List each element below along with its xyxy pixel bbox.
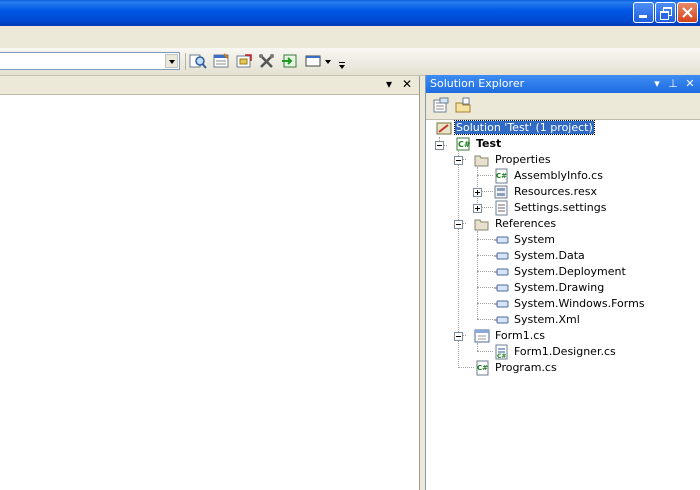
menu-bar xyxy=(0,26,700,48)
find-in-files-icon[interactable] xyxy=(189,53,207,69)
pane-close-icon[interactable]: ✕ xyxy=(402,77,412,91)
csharp-designer-file-icon: C# xyxy=(495,344,508,360)
tree-node-label: System xyxy=(514,233,556,246)
panel-close-icon[interactable]: ✕ xyxy=(683,76,697,91)
expander-collapse-icon[interactable] xyxy=(435,141,444,150)
folder-open-icon xyxy=(474,155,489,167)
solution-icon xyxy=(436,122,452,135)
tree-node-label: System.Deployment xyxy=(514,265,626,278)
toolbox-icon[interactable] xyxy=(258,53,276,69)
minimize-button[interactable] xyxy=(633,2,654,23)
reference-icon xyxy=(494,236,509,244)
csharp-project-icon: C# xyxy=(456,137,471,151)
close-window-button[interactable] xyxy=(677,2,698,23)
tree-node-label: Program.cs xyxy=(495,361,557,374)
tree-node-label: Solution 'Test' (1 project) xyxy=(454,120,595,135)
expander-collapse-icon[interactable] xyxy=(454,332,463,341)
svg-text:C#: C# xyxy=(477,364,488,372)
resource-file-icon xyxy=(494,185,508,199)
csharp-file-icon: C# xyxy=(476,360,489,376)
other-windows-dropdown-icon[interactable] xyxy=(325,60,331,64)
properties-icon[interactable] xyxy=(432,97,450,115)
tree-node-label: Form1.cs xyxy=(495,329,545,342)
tree-node-label: AssemblyInfo.cs xyxy=(514,169,603,182)
svg-text:C#: C# xyxy=(458,140,471,149)
reference-icon xyxy=(494,284,509,292)
minimize-icon xyxy=(639,15,647,18)
tree-node-label: System.Data xyxy=(514,249,585,262)
tree-node-label: System.Drawing xyxy=(514,281,605,294)
window-title-bar xyxy=(0,0,700,26)
auto-hide-pin-icon[interactable]: ⊥ xyxy=(666,76,680,91)
tree-node-label: System.Xml xyxy=(514,313,580,326)
reference-icon xyxy=(494,316,509,324)
start-page-icon[interactable] xyxy=(281,53,299,69)
reference-icon xyxy=(494,300,509,308)
toolbar xyxy=(0,48,700,76)
config-combo[interactable] xyxy=(0,52,180,70)
expander-collapse-icon[interactable] xyxy=(454,156,463,165)
window-position-dropdown-icon[interactable]: ▾ xyxy=(650,76,664,91)
pane-dropdown-icon[interactable]: ▾ xyxy=(386,77,392,91)
svg-text:C#: C# xyxy=(497,353,506,360)
solution-explorer-toolbar xyxy=(426,93,700,120)
svg-text:C#: C# xyxy=(496,172,507,180)
tree-node-label: Resources.resx xyxy=(514,185,597,198)
show-all-files-icon[interactable] xyxy=(455,97,473,115)
tree-node-label: Form1.Designer.cs xyxy=(514,345,616,358)
form-icon xyxy=(474,329,490,343)
solution-explorer-title-bar: Solution Explorer ▾ ⊥ ✕ xyxy=(426,75,700,93)
tree-node-label: Test xyxy=(476,137,502,150)
reference-icon xyxy=(494,252,509,260)
tree-node-label: System.Windows.Forms xyxy=(514,297,645,310)
tree-node-label: References xyxy=(495,217,557,230)
other-windows-icon[interactable] xyxy=(304,53,322,69)
close-icon xyxy=(682,7,693,18)
solution-explorer-title: Solution Explorer xyxy=(430,77,525,90)
document-pane[interactable]: ▾ ✕ xyxy=(0,76,420,490)
reference-icon xyxy=(494,268,509,276)
folder-open-icon xyxy=(474,219,489,231)
combo-dropdown-arrow-icon[interactable] xyxy=(165,54,178,68)
toolbar-separator xyxy=(185,53,186,70)
solution-explorer-panel: Solution Explorer ▾ ⊥ ✕ Solution 'Test' … xyxy=(425,75,700,490)
settings-file-icon xyxy=(495,200,508,216)
document-pane-header: ▾ ✕ xyxy=(0,76,419,95)
object-browser-icon[interactable] xyxy=(235,53,253,69)
tree-node-label: Settings.settings xyxy=(514,201,607,214)
expander-collapse-icon[interactable] xyxy=(454,220,463,229)
expander-expand-icon[interactable] xyxy=(473,188,482,197)
properties-window-icon[interactable] xyxy=(212,53,230,69)
restore-button[interactable] xyxy=(655,2,676,23)
expander-expand-icon[interactable] xyxy=(473,204,482,213)
toolbar-overflow-icon[interactable] xyxy=(338,60,346,72)
csharp-file-icon: C# xyxy=(495,168,508,184)
tree-node-label: Properties xyxy=(495,153,551,166)
